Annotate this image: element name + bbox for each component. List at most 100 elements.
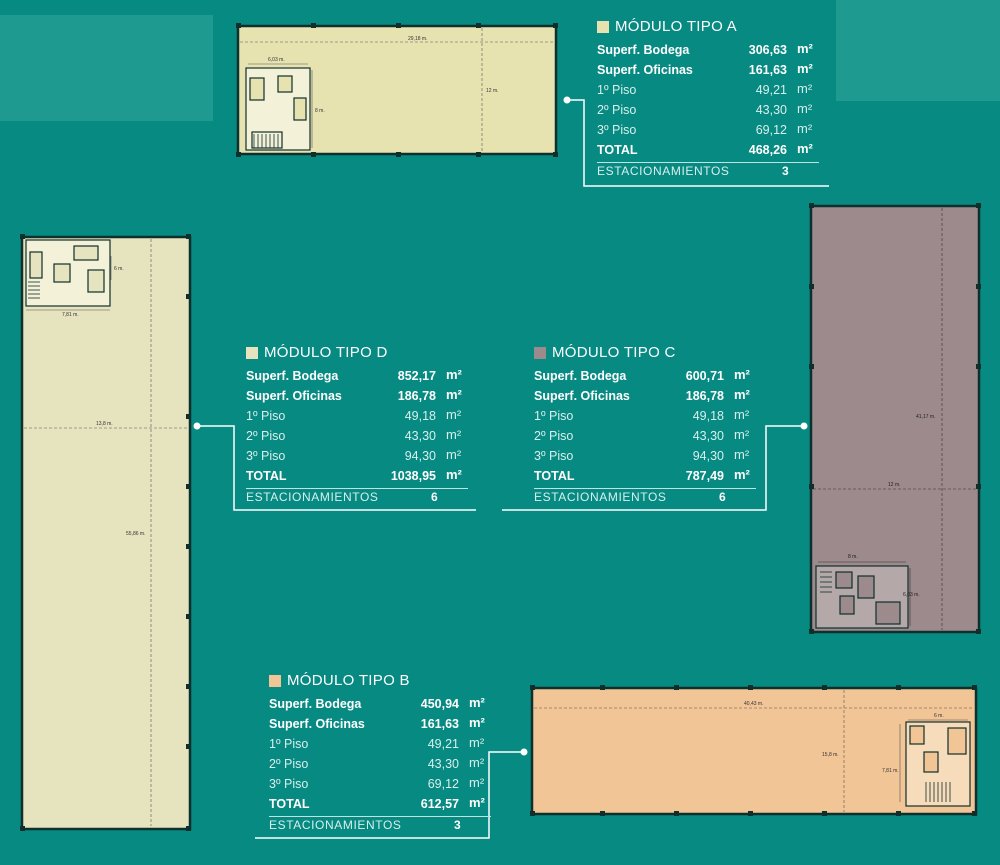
dim-width-d: 13,8 m.: [96, 421, 113, 427]
parking-row: ESTACIONAMIENTOS 3: [597, 164, 822, 182]
area-row: 3º Piso 69,12 m²: [597, 121, 822, 141]
area-value: 69,12: [755, 123, 787, 137]
dim-office-h-d: 6 m.: [114, 266, 124, 272]
area-row: Superf. Oficinas 186,78 m²: [246, 387, 471, 407]
color-swatch-icon: [246, 346, 258, 359]
dim-height-d: 55,86 m.: [126, 531, 145, 537]
dim-height-a: 12 m.: [486, 88, 499, 94]
area-label: Superf. Oficinas: [269, 717, 365, 731]
total-divider: [246, 488, 468, 489]
card-tipo-d: MÓDULO TIPO D Superf. Bodega 852,17 m² Super…: [246, 344, 471, 509]
card-title-text: MÓDULO TIPO C: [552, 344, 676, 361]
area-row: Superf. Bodega 450,94 m²: [269, 695, 494, 715]
card-tipo-c: MÓDULO TIPO C Superf. Bodega 600,71 m² Super…: [534, 344, 759, 509]
area-unit: m²: [469, 795, 485, 810]
area-unit: m²: [446, 367, 462, 382]
dim-office-w-a: 6,03 m.: [268, 57, 285, 63]
area-value: 49,18: [692, 409, 724, 423]
area-unit: m²: [446, 427, 462, 442]
area-row: TOTAL 1038,95 m²: [246, 467, 471, 487]
total-divider: [534, 488, 756, 489]
dim-office-w-d: 7,81 m.: [62, 312, 79, 318]
color-swatch-icon: [269, 674, 281, 687]
area-unit: m²: [734, 447, 750, 462]
area-unit: m²: [446, 467, 462, 482]
area-value: 600,71: [685, 369, 724, 383]
area-value: 1038,95: [390, 469, 436, 483]
card-title: MÓDULO TIPO C: [534, 344, 676, 361]
color-swatch-icon: [534, 346, 546, 359]
dim-width-a: 29,18 m.: [408, 36, 427, 42]
floor-plan-tipo-b: 40,43 m. 15,8 m. 6 m. 7,81 m.: [526, 682, 986, 822]
area-row: Superf. Bodega 600,71 m²: [534, 367, 759, 387]
area-value: 186,78: [685, 389, 724, 403]
parking-label: ESTACIONAMIENTOS: [534, 490, 667, 504]
area-label: Superf. Oficinas: [597, 63, 693, 77]
area-label: Superf. Oficinas: [246, 389, 342, 403]
decorative-panel-right: [836, 0, 1000, 101]
area-value: 43,30: [692, 429, 724, 443]
area-label: TOTAL: [246, 469, 287, 483]
area-value: 94,30: [692, 449, 724, 463]
area-row: Superf. Oficinas 186,78 m²: [534, 387, 759, 407]
area-label: 2º Piso: [597, 103, 637, 117]
card-tipo-a: MÓDULO TIPO A Superf. Bodega 306,63 m² Super…: [597, 18, 822, 183]
area-row: TOTAL 468,26 m²: [597, 141, 822, 161]
dim-office-h-c: 6,03 m.: [903, 592, 920, 598]
area-label: 3º Piso: [534, 449, 574, 463]
area-row: 2º Piso 43,30 m²: [534, 427, 759, 447]
area-row: 3º Piso 94,30 m²: [534, 447, 759, 467]
card-tipo-b: MÓDULO TIPO B Superf. Bodega 450,94 m² Super…: [269, 672, 494, 837]
parking-count: 3: [454, 818, 462, 832]
area-row: Superf. Oficinas 161,63 m²: [597, 61, 822, 81]
area-value: 43,30: [427, 757, 459, 771]
area-label: Superf. Bodega: [269, 697, 362, 711]
parking-row: ESTACIONAMIENTOS 6: [246, 490, 471, 508]
area-label: 3º Piso: [597, 123, 637, 137]
area-row: 1º Piso 49,18 m²: [246, 407, 471, 427]
area-unit: m²: [797, 141, 813, 156]
area-row: 3º Piso 69,12 m²: [269, 775, 494, 795]
area-unit: m²: [734, 407, 750, 422]
area-row: 2º Piso 43,30 m²: [246, 427, 471, 447]
area-unit: m²: [797, 41, 813, 56]
dim-office-w-b: 6 m.: [934, 713, 944, 719]
area-unit: m²: [797, 101, 813, 116]
area-row: Superf. Bodega 306,63 m²: [597, 41, 822, 61]
area-label: Superf. Bodega: [534, 369, 627, 383]
dim-height-b: 15,8 m.: [822, 752, 839, 758]
area-unit: m²: [734, 467, 750, 482]
area-value: 94,30: [404, 449, 436, 463]
area-unit: m²: [797, 81, 813, 96]
area-value: 468,26: [748, 143, 787, 157]
area-unit: m²: [797, 61, 813, 76]
area-label: 2º Piso: [246, 429, 286, 443]
area-unit: m²: [734, 367, 750, 382]
area-row: 1º Piso 49,18 m²: [534, 407, 759, 427]
card-title-text: MÓDULO TIPO D: [264, 344, 388, 361]
area-value: 43,30: [404, 429, 436, 443]
area-value: 49,18: [404, 409, 436, 423]
area-unit: m²: [469, 715, 485, 730]
area-value: 450,94: [420, 697, 459, 711]
area-row: 3º Piso 94,30 m²: [246, 447, 471, 467]
parking-row: ESTACIONAMIENTOS 3: [269, 818, 494, 836]
area-row: Superf. Oficinas 161,63 m²: [269, 715, 494, 735]
parking-label: ESTACIONAMIENTOS: [597, 164, 730, 178]
area-label: Superf. Oficinas: [534, 389, 630, 403]
area-label: TOTAL: [534, 469, 575, 483]
card-title: MÓDULO TIPO A: [597, 18, 737, 35]
card-title-text: MÓDULO TIPO A: [615, 18, 737, 35]
area-unit: m²: [797, 121, 813, 136]
area-value: 69,12: [427, 777, 459, 791]
area-value: 49,21: [755, 83, 787, 97]
dim-width-b: 40,43 m.: [744, 701, 763, 707]
area-unit: m²: [469, 755, 485, 770]
area-label: 2º Piso: [534, 429, 574, 443]
floor-plan-tipo-d: 13,8 m. 55,86 m. 7,81 m. 6 m.: [14, 230, 196, 835]
dim-height-c: 41,17 m.: [916, 414, 935, 420]
area-label: Superf. Bodega: [246, 369, 339, 383]
area-unit: m²: [446, 407, 462, 422]
dim-width-c: 12 m.: [888, 482, 901, 488]
area-label: 3º Piso: [269, 777, 309, 791]
